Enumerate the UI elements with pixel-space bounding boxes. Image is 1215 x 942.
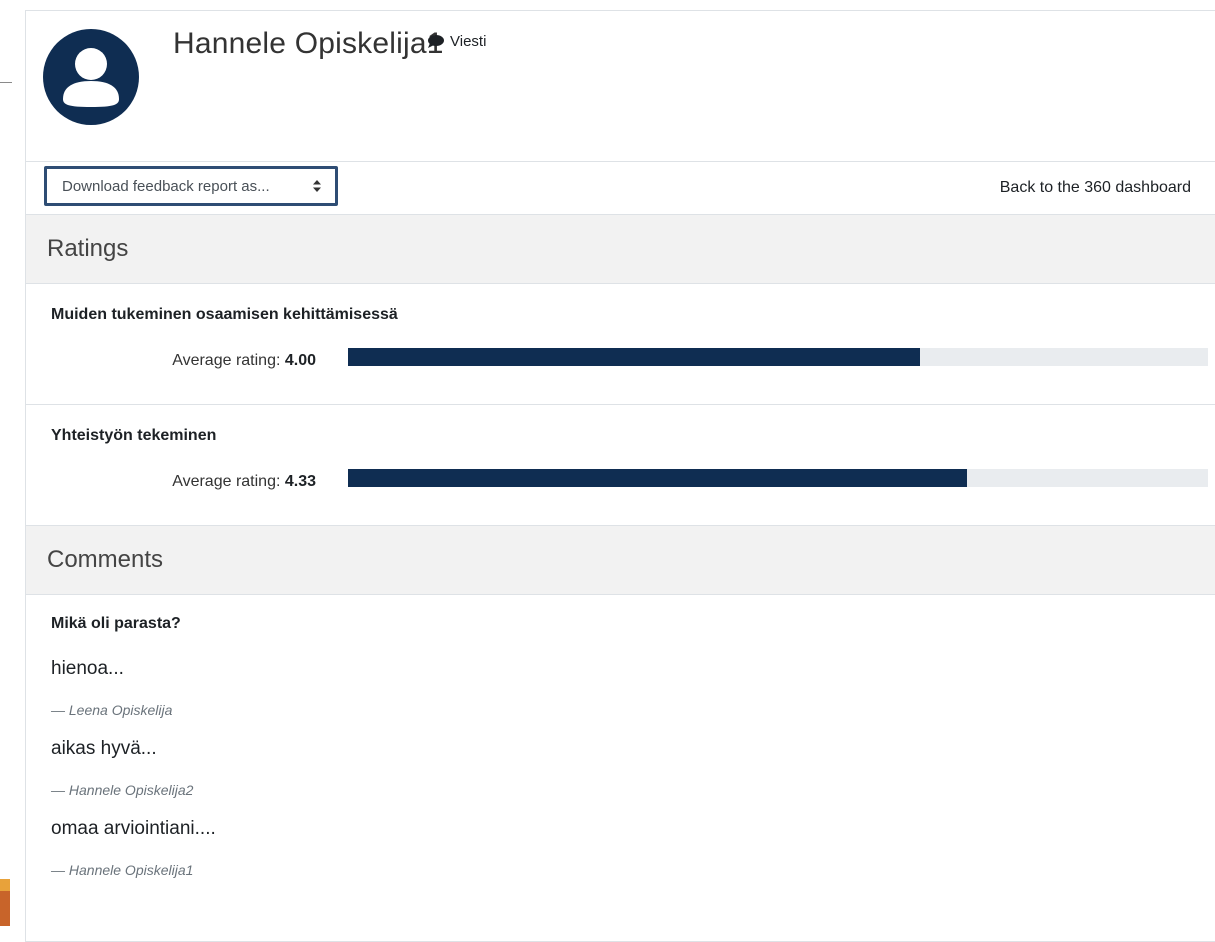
ratings-heading: Ratings [26,215,1215,284]
average-rating-value: 4.00 [284,352,316,369]
left-page-strip [0,0,25,926]
comment-text: aikas hyvä... [51,738,157,759]
comment-author: — Leena Opiskelija [51,702,173,718]
comment-text: omaa arviointiani.... [51,818,216,839]
rating-item: Muiden tukeminen osaamisen kehittämisess… [26,284,1215,405]
message-link[interactable]: Viesti [428,33,486,50]
user-full-name: Hannele Opiskelija1 [173,27,444,60]
comment-question: Mikä oli parasta? [51,615,181,632]
comments-heading: Comments [26,526,1215,595]
speech-bubble-icon [428,35,444,48]
rating-title: Muiden tukeminen osaamisen kehittämisess… [51,306,398,323]
average-rating-label: Average rating: 4.00 [172,352,316,370]
average-rating-label: Average rating: 4.33 [172,473,316,491]
left-accent-top [0,879,10,891]
average-rating-text: Average rating: [172,473,281,490]
comment-author: — Hannele Opiskelija1 [51,862,194,878]
average-rating-text: Average rating: [172,352,281,369]
download-report-select[interactable]: Download feedback report as... [44,166,338,206]
rating-item: Yhteistyön tekeminen Average rating: 4.3… [26,405,1215,526]
download-select-value: Download feedback report as... [62,177,270,195]
left-divider [0,82,12,83]
user-header: Hannele Opiskelija1 Viesti [26,11,1215,162]
message-label: Viesti [450,33,487,50]
rating-bar-track [348,469,1208,487]
user-avatar-icon[interactable] [43,29,139,125]
rating-bar-fill [348,348,920,366]
rating-bar-track [348,348,1208,366]
comment-text: hienoa... [51,658,124,679]
back-to-dashboard-link[interactable]: Back to the 360 dashboard [1000,179,1191,197]
updown-caret-icon [313,180,321,192]
feedback-report-card: Hannele Opiskelija1 Viesti Download feed… [25,10,1215,942]
rating-bar-fill [348,469,968,487]
average-rating-value: 4.33 [284,473,316,490]
rating-title: Yhteistyön tekeminen [51,427,217,444]
report-toolbar: Download feedback report as... Back to t… [26,162,1215,215]
comment-author: — Hannele Opiskelija2 [51,782,194,798]
